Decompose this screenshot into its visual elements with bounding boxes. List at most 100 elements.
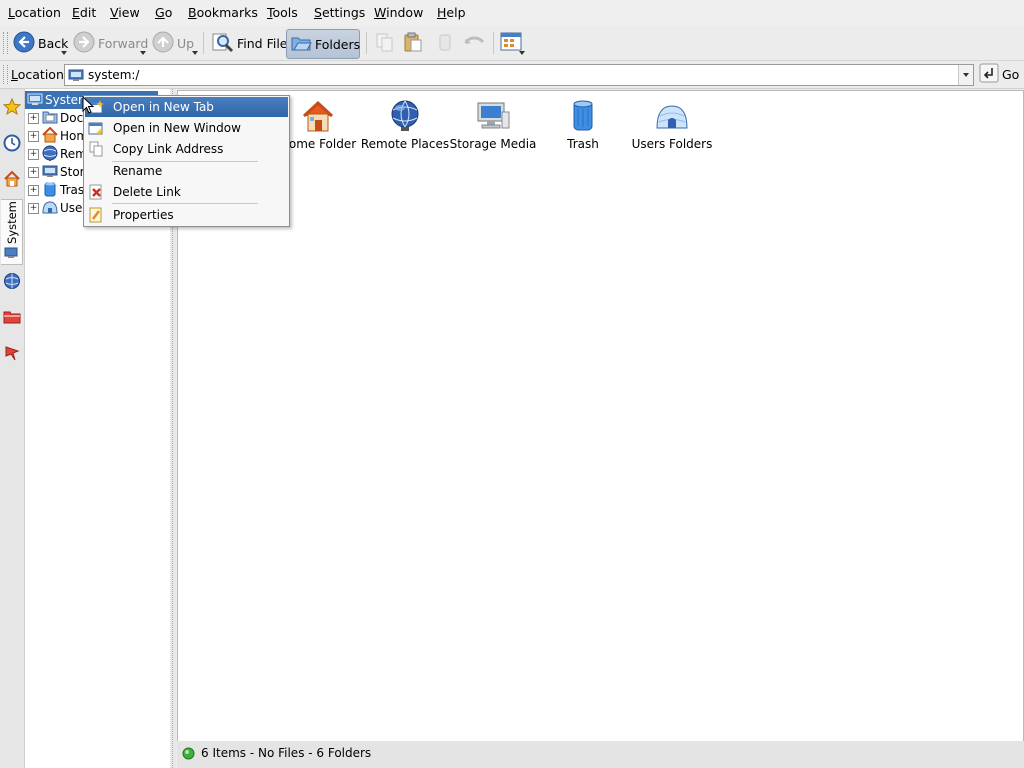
- go-arrow-icon: [979, 63, 999, 86]
- location-history-dropdown[interactable]: [958, 65, 973, 85]
- tab-bookmarks[interactable]: [2, 93, 22, 123]
- menu-go[interactable]: Go: [155, 5, 172, 20]
- trash-icon: [42, 181, 58, 200]
- expand-icon[interactable]: +: [28, 202, 39, 214]
- undo-button[interactable]: [462, 29, 486, 57]
- item-trash[interactable]: Trash: [538, 91, 628, 152]
- bookmark-star-icon: [2, 97, 22, 119]
- tab-home[interactable]: [2, 165, 22, 195]
- up-dropdown[interactable]: [192, 51, 198, 55]
- go-button[interactable]: Go: [979, 63, 1019, 86]
- expand-icon[interactable]: +: [28, 184, 39, 196]
- menu-help[interactable]: Help: [437, 5, 466, 20]
- trash-icon: [565, 98, 601, 134]
- tab-system[interactable]: System: [1, 199, 23, 265]
- back-arrow-icon: [13, 31, 35, 56]
- tab-network[interactable]: [2, 267, 22, 297]
- trash-can-icon: [434, 31, 456, 56]
- forward-button[interactable]: Forward: [73, 29, 148, 57]
- paste-clipboard-icon: [402, 31, 424, 56]
- computer-icon: [42, 163, 58, 182]
- context-menu: Open in New Tab Open in New Window Copy …: [83, 95, 290, 227]
- tree-item[interactable]: + Stora: [25, 163, 92, 181]
- toolbar-separator: [203, 32, 204, 54]
- location-label: Location:: [11, 67, 69, 82]
- menu-item-open-in-new-tab[interactable]: Open in New Tab: [85, 97, 288, 117]
- tab-root-folder[interactable]: [2, 303, 22, 333]
- location-input[interactable]: system:/: [64, 64, 974, 86]
- globe-icon: [42, 145, 58, 164]
- undo-icon: [462, 31, 486, 56]
- menu-bar: Location Edit View Go Bookmarks Tools Se…: [0, 0, 1024, 26]
- history-clock-icon: [3, 134, 21, 155]
- documents-folder-icon: [42, 109, 58, 128]
- up-arrow-icon: [152, 31, 174, 56]
- expand-icon[interactable]: +: [28, 112, 39, 124]
- toolbar-separator: [366, 32, 367, 54]
- folders-toggle-button[interactable]: Folders: [286, 29, 360, 59]
- tab-services[interactable]: [2, 339, 22, 369]
- toolbar-separator: [493, 32, 494, 54]
- paste-button[interactable]: [402, 29, 424, 57]
- forward-history-dropdown[interactable]: [140, 51, 146, 55]
- menu-settings[interactable]: Settings: [314, 5, 365, 20]
- toolbar-handle[interactable]: [3, 32, 8, 54]
- menu-bookmarks[interactable]: Bookmarks: [188, 5, 258, 20]
- tree-item[interactable]: + Docu: [25, 109, 91, 127]
- expand-icon[interactable]: +: [28, 130, 39, 142]
- folders-icon: [290, 32, 312, 57]
- tree-item[interactable]: + Trasl: [25, 181, 87, 199]
- computer-icon: [27, 91, 43, 110]
- toolbar: Back Forward Up Find File Folders: [0, 26, 1024, 61]
- properties-icon: [87, 206, 105, 224]
- tree-item[interactable]: + Hom: [25, 126, 88, 146]
- users-folder-icon: [654, 98, 690, 134]
- icon-view[interactable]: Home Folder Remote Places Storage Media …: [177, 90, 1024, 742]
- trash-button[interactable]: [434, 29, 456, 57]
- menu-item-properties[interactable]: Properties: [85, 205, 288, 225]
- globe-icon: [387, 98, 423, 134]
- status-ok-icon: [182, 747, 195, 763]
- users-folder-icon: [42, 199, 58, 218]
- menu-location[interactable]: Location: [8, 5, 61, 20]
- expand-icon[interactable]: +: [28, 166, 39, 178]
- item-users-folders[interactable]: Users Folders: [627, 91, 717, 152]
- menu-window[interactable]: Window: [374, 5, 423, 20]
- menu-separator: [112, 203, 258, 204]
- tab-history[interactable]: [2, 129, 22, 159]
- home-icon: [3, 170, 21, 191]
- computer-icon: [68, 67, 84, 86]
- home-icon: [42, 126, 58, 146]
- tree-item[interactable]: + User: [25, 199, 87, 217]
- find-file-button[interactable]: Find File: [210, 29, 288, 57]
- copy-button[interactable]: [374, 29, 396, 57]
- back-history-dropdown[interactable]: [61, 51, 67, 55]
- sidebar-tabs: System: [0, 89, 25, 768]
- magnifier-icon: [210, 31, 234, 56]
- menu-edit[interactable]: Edit: [72, 5, 96, 20]
- new-window-icon: [87, 119, 105, 137]
- forward-arrow-icon: [73, 31, 95, 56]
- menu-item-copy-link-address[interactable]: Copy Link Address: [85, 139, 288, 159]
- menu-item-delete-link[interactable]: Delete Link: [85, 182, 288, 202]
- services-icon: [3, 344, 21, 365]
- tree-item[interactable]: + Rem: [25, 145, 87, 163]
- menu-item-rename[interactable]: Rename: [85, 161, 288, 181]
- location-bar-handle[interactable]: [3, 65, 8, 84]
- menu-tools[interactable]: Tools: [267, 5, 298, 20]
- chevron-down-icon: [963, 73, 969, 77]
- copy-icon: [374, 31, 396, 56]
- home-icon: [300, 98, 336, 134]
- expand-icon[interactable]: +: [28, 148, 39, 160]
- mouse-cursor-icon: [82, 95, 95, 117]
- menu-view[interactable]: View: [110, 5, 140, 20]
- network-globe-icon: [3, 272, 21, 293]
- storage-icon: [4, 246, 18, 263]
- item-remote-places[interactable]: Remote Places: [360, 91, 450, 152]
- item-storage-media[interactable]: Storage Media: [448, 91, 538, 152]
- view-mode-dropdown[interactable]: [519, 51, 525, 55]
- up-button[interactable]: Up: [152, 29, 194, 57]
- menu-item-open-in-new-window[interactable]: Open in New Window: [85, 118, 288, 138]
- delete-icon: [87, 183, 105, 201]
- copy-icon: [87, 140, 105, 158]
